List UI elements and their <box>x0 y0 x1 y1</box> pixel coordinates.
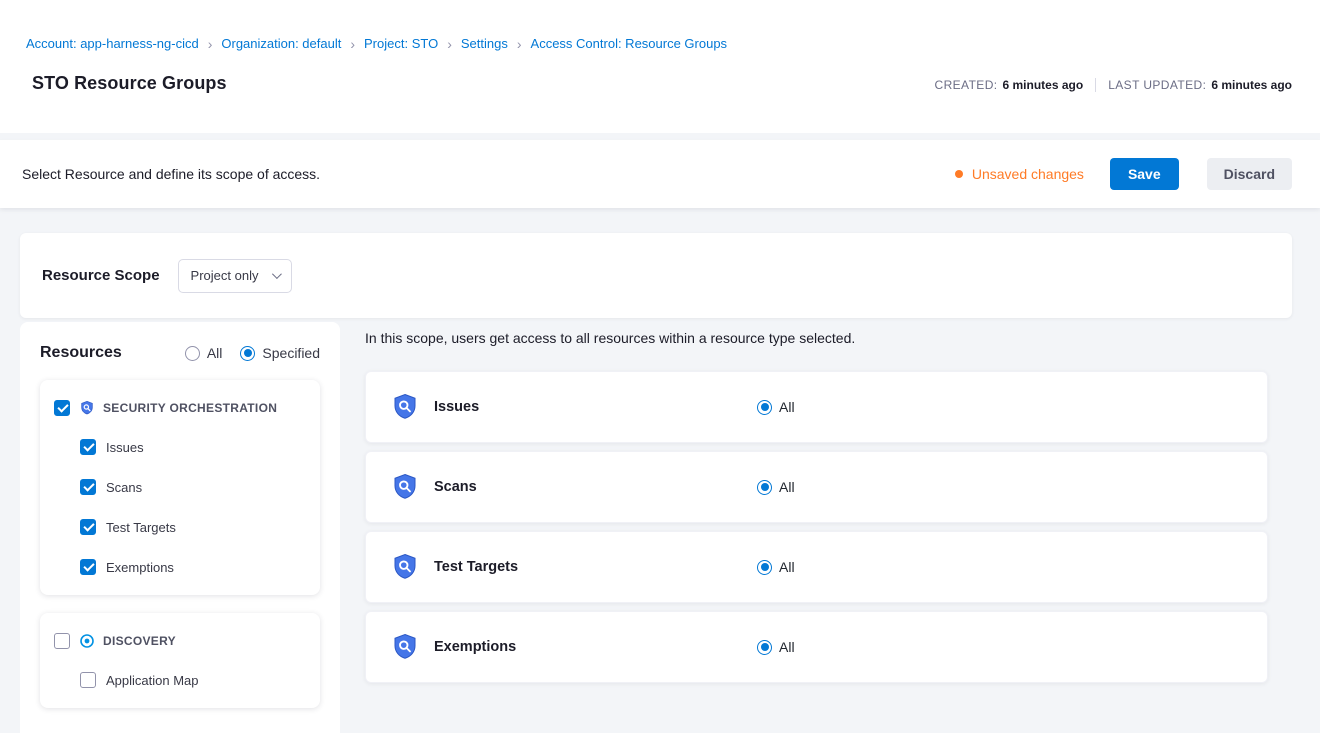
resource-scope-label: Resource Scope <box>42 267 160 284</box>
chevron-right-icon <box>208 37 213 51</box>
radio-all-control[interactable] <box>185 346 200 361</box>
checkbox-discovery[interactable] <box>54 633 70 649</box>
group-discovery: DISCOVERY Application Map <box>40 613 320 708</box>
item-label-test-targets: Test Targets <box>106 520 176 535</box>
radio-specified-label: Specified <box>262 345 320 361</box>
radio-all-scans-label: All <box>779 479 795 495</box>
checkbox-issues[interactable] <box>80 439 96 455</box>
row-access-issues[interactable]: All <box>757 399 795 415</box>
row-access-scans[interactable]: All <box>757 479 795 495</box>
radio-all-exemptions-label: All <box>779 639 795 655</box>
page-title: STO Resource Groups <box>26 73 227 94</box>
unsaved-dot-icon <box>955 170 963 178</box>
radio-all-issues-label: All <box>779 399 795 415</box>
breadcrumb-account[interactable]: Account: app-harness-ng-cicd <box>26 36 199 51</box>
resource-item-issues[interactable]: Issues <box>80 427 306 467</box>
item-label-issues: Issues <box>106 440 144 455</box>
resources-header: Resources All Specified <box>40 344 320 362</box>
resource-item-scans[interactable]: Scans <box>80 467 306 507</box>
columns: Resources All Specified <box>20 322 1292 733</box>
checkbox-application-map[interactable] <box>80 672 96 688</box>
radio-specified[interactable]: Specified <box>240 345 320 361</box>
radio-all-label: All <box>207 345 223 361</box>
toolbar-actions: Unsaved changes Save Discard <box>955 158 1292 190</box>
group-header-discovery[interactable]: DISCOVERY <box>54 626 306 656</box>
resource-row-scans: Scans All <box>365 451 1268 523</box>
checkbox-security-orchestration[interactable] <box>54 400 70 416</box>
unsaved-changes-badge: Unsaved changes <box>955 166 1084 182</box>
resource-item-exemptions[interactable]: Exemptions <box>80 547 306 587</box>
created-label: CREATED: <box>935 78 998 92</box>
resources-title: Resources <box>40 344 122 362</box>
radio-all[interactable]: All <box>185 345 223 361</box>
shield-search-icon <box>390 552 420 582</box>
resource-scope-select[interactable]: Project only <box>178 259 293 293</box>
group-header-security-orchestration[interactable]: SECURITY ORCHESTRATION <box>54 393 306 423</box>
chevron-right-icon <box>350 37 355 51</box>
group-label-security-orchestration: SECURITY ORCHESTRATION <box>103 401 277 415</box>
checkbox-exemptions[interactable] <box>80 559 96 575</box>
breadcrumb-settings[interactable]: Settings <box>461 36 508 51</box>
resources-filter-radios: All Specified <box>185 345 320 361</box>
row-label-scans: Scans <box>434 479 757 495</box>
resource-scope-selected-value: Project only <box>191 268 259 283</box>
row-access-exemptions[interactable]: All <box>757 639 795 655</box>
group-label-discovery: DISCOVERY <box>103 634 176 648</box>
divider <box>1095 78 1096 92</box>
breadcrumb: Account: app-harness-ng-cicd Organizatio… <box>26 36 1292 51</box>
item-label-application-map: Application Map <box>106 673 199 688</box>
group-items-discovery: Application Map <box>80 656 306 702</box>
resource-row-test-targets: Test Targets All <box>365 531 1268 603</box>
item-label-exemptions: Exemptions <box>106 560 174 575</box>
radio-all-test-targets-label: All <box>779 559 795 575</box>
radio-all-scans[interactable] <box>757 480 772 495</box>
breadcrumb-organization[interactable]: Organization: default <box>221 36 341 51</box>
radio-specified-control[interactable] <box>240 346 255 361</box>
shield-search-icon <box>390 392 420 422</box>
item-label-scans: Scans <box>106 480 142 495</box>
resource-row-exemptions: Exemptions All <box>365 611 1268 683</box>
unsaved-changes-label: Unsaved changes <box>972 166 1084 182</box>
group-security-orchestration: SECURITY ORCHESTRATION Issues Scans <box>40 380 320 595</box>
shield-search-icon <box>390 472 420 502</box>
scope-description: In this scope, users get access to all r… <box>365 330 1268 346</box>
breadcrumb-project[interactable]: Project: STO <box>364 36 438 51</box>
checkbox-scans[interactable] <box>80 479 96 495</box>
resource-row-issues: Issues All <box>365 371 1268 443</box>
shield-search-icon <box>390 632 420 662</box>
chevron-right-icon <box>447 37 452 51</box>
row-label-issues: Issues <box>434 399 757 415</box>
toolbar: Select Resource and define its scope of … <box>0 140 1320 208</box>
resources-panel: Resources All Specified <box>20 322 340 733</box>
last-updated-label: LAST UPDATED: <box>1108 78 1206 92</box>
main-content: Resource Scope Project only Resources Al… <box>0 208 1320 733</box>
chevron-down-icon <box>272 269 282 279</box>
row-label-exemptions: Exemptions <box>434 639 757 655</box>
resource-item-test-targets[interactable]: Test Targets <box>80 507 306 547</box>
group-items-security-orchestration: Issues Scans Test Targets Exemption <box>80 423 306 589</box>
title-row: STO Resource Groups CREATED: 6 minutes a… <box>26 73 1292 94</box>
checkbox-test-targets[interactable] <box>80 519 96 535</box>
shield-icon <box>79 400 95 416</box>
page: Account: app-harness-ng-cicd Organizatio… <box>0 0 1320 733</box>
toolbar-description: Select Resource and define its scope of … <box>22 166 320 182</box>
last-updated-value: 6 minutes ago <box>1211 78 1292 92</box>
row-access-test-targets[interactable]: All <box>757 559 795 575</box>
meta-info: CREATED: 6 minutes ago LAST UPDATED: 6 m… <box>935 78 1292 94</box>
resource-scope-card: Resource Scope Project only <box>20 233 1292 318</box>
radio-all-issues[interactable] <box>757 400 772 415</box>
chevron-right-icon <box>517 37 522 51</box>
breadcrumb-resource-groups[interactable]: Access Control: Resource Groups <box>531 36 728 51</box>
target-icon <box>79 633 95 649</box>
save-button[interactable]: Save <box>1110 158 1179 190</box>
scope-detail: In this scope, users get access to all r… <box>365 322 1292 691</box>
resource-item-application-map[interactable]: Application Map <box>80 660 306 700</box>
discard-button[interactable]: Discard <box>1207 158 1292 190</box>
created-value: 6 minutes ago <box>1003 78 1084 92</box>
radio-all-test-targets[interactable] <box>757 560 772 575</box>
page-header: Account: app-harness-ng-cicd Organizatio… <box>0 0 1320 133</box>
row-label-test-targets: Test Targets <box>434 559 757 575</box>
radio-all-exemptions[interactable] <box>757 640 772 655</box>
